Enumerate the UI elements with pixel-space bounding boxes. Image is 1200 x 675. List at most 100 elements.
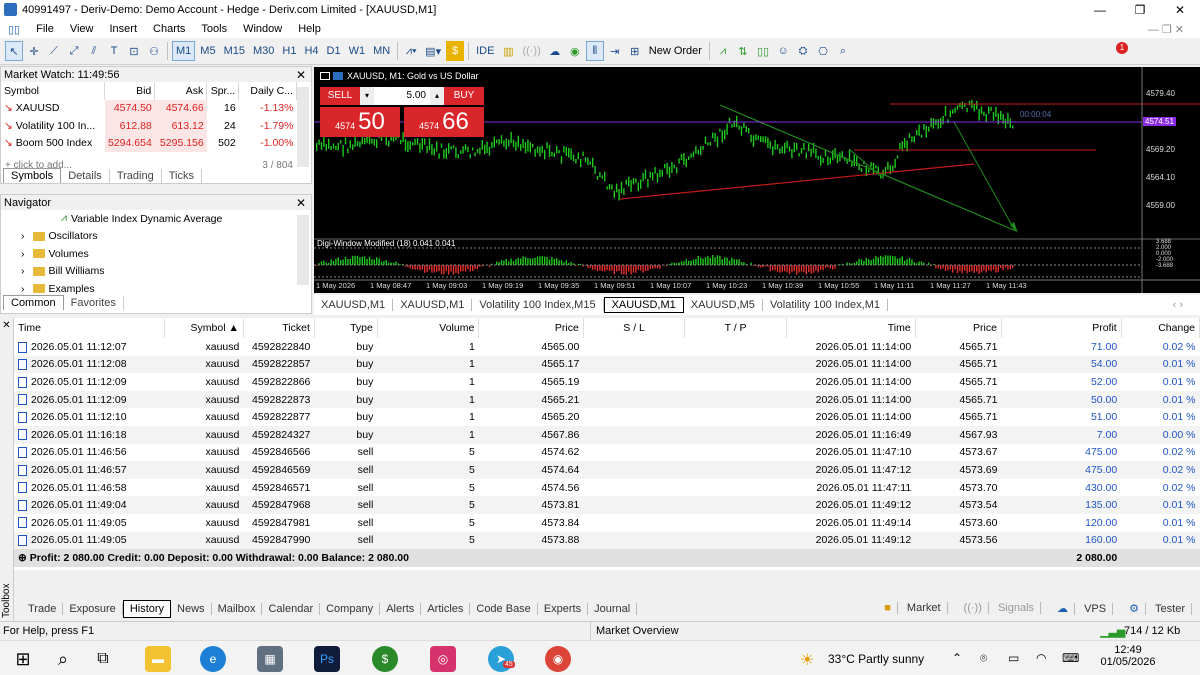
lot-input[interactable]: 5.00 [374,87,430,105]
mw-row[interactable]: ↘ Volatility 100 In... 612.88 613.12 24 … [1,117,297,135]
tab-symbols[interactable]: Symbols [3,168,62,183]
mw-col-change[interactable]: Daily C... [238,82,297,100]
toolbox-close-icon[interactable]: ✕ [0,318,13,331]
tab-trade[interactable]: Trade [22,603,64,615]
col-sl[interactable]: S / L [583,318,686,338]
tab-mailbox[interactable]: Mailbox [212,603,263,615]
table-row[interactable]: 2026.05.01 11:12:09 xauusd 4592822866 buy 1 4… [14,373,1200,391]
shapes-icon[interactable]: ⚇ [145,41,163,61]
community-icon[interactable]: ⎔ [814,41,832,61]
chart-menu-icon[interactable] [320,72,330,80]
autoscroll-icon[interactable]: ⫴ [585,41,604,61]
buy-price-box[interactable]: 4574 66 [404,107,484,137]
tab-alerts[interactable]: Alerts [380,603,422,615]
table-row[interactable]: 2026.05.01 11:49:05 xauusd 4592847990 sell 5… [14,531,1200,550]
tf-h4[interactable]: H4 [301,41,321,61]
table-row[interactable]: 2026.05.01 11:49:05 xauusd 4592847981 sell 5… [14,514,1200,532]
search-icon[interactable]: ⌕ [50,646,76,672]
tab-trading[interactable]: Trading [110,169,162,183]
tab-favorites[interactable]: Favorites [64,296,124,310]
menu-charts[interactable]: Charts [145,23,193,35]
depth-icon[interactable]: ▯▯ [754,41,772,61]
tab-calendar[interactable]: Calendar [262,603,321,615]
sell-button[interactable]: SELL [320,87,360,105]
mw-row[interactable]: ↘ Boom 500 Index 5294.654 5295.156 502 -… [1,134,297,152]
chart-shift-icon[interactable]: ⇥ [606,41,624,61]
minimize-button[interactable]: — [1080,0,1120,20]
ide-button[interactable]: IDE [473,41,497,61]
menu-tools[interactable]: Tools [193,23,235,35]
table-row[interactable]: 2026.05.01 11:12:09 xauusd 4592822873 buy 1 4… [14,390,1200,409]
signal-icon[interactable]: ((·)) [519,41,543,61]
tab-code-base[interactable]: Code Base [470,603,538,615]
navigator-close-icon[interactable]: ✕ [296,196,311,210]
tester-link[interactable]: ⚙ Tester [1123,602,1192,615]
col-change[interactable]: Change [1121,318,1200,338]
col-ticket[interactable]: Ticket [243,318,315,338]
col-symbol[interactable]: Symbol ▲ [164,318,244,338]
menu-window[interactable]: Window [235,23,290,35]
photoshop-icon[interactable]: Ps [314,646,340,672]
trendline-icon[interactable]: ⤢ [65,41,83,61]
chart-menu-icon[interactable]: ▯▯ [0,23,28,36]
menu-insert[interactable]: Insert [102,23,146,35]
nav-scrollbar[interactable] [297,215,309,285]
table-row[interactable]: 2026.05.01 11:12:10 xauusd 4592822877 buy 1 4… [14,408,1200,426]
mw-col-spread[interactable]: Spr... [206,82,240,100]
menu-file[interactable]: File [28,23,62,35]
updown-icon[interactable]: ⇅ [734,41,752,61]
wifi-icon[interactable]: ◠ [1036,651,1046,665]
sell-price-box[interactable]: 4574 50 [320,107,400,137]
col-close-price[interactable]: Price [915,318,1002,338]
nav-item-volumes[interactable]: › Volumes [21,245,311,263]
table-row[interactable]: 2026.05.01 11:16:18 xauusd 4592824327 buy 1 4… [14,425,1200,444]
market-watch-close-icon[interactable]: ✕ [296,68,311,82]
close-window-button[interactable]: ✕ [1160,0,1200,20]
chart-window[interactable]: XAUUSD, M1: Gold vs US Dollar SELL ▾ 5.0… [314,67,1200,293]
table-row[interactable]: 2026.05.01 11:46:57 xauusd 4592846569 sell 5… [14,461,1200,479]
line-tool-icon[interactable]: ⟋ [45,41,63,61]
chart-tab[interactable]: XAUUSD,M1 [393,299,473,311]
expand-icon[interactable]: › [21,248,25,260]
crosshair-icon[interactable]: ✛ [25,41,43,61]
market-overview[interactable]: Market Overview [596,625,679,637]
keyboard-icon[interactable]: ⌨ [1062,651,1079,665]
market-link[interactable]: ■ Market [878,602,948,615]
col-time[interactable]: Time [14,318,165,338]
expand-icon[interactable]: › [21,283,25,295]
tab-details[interactable]: Details [61,169,110,183]
tab-common[interactable]: Common [3,295,64,310]
col-close-time[interactable]: Time [786,318,916,338]
templates-icon[interactable]: ▤▾ [422,41,444,61]
tf-h1[interactable]: H1 [279,41,299,61]
weather-text[interactable]: 33°C Partly sunny [828,652,924,666]
cloud-icon[interactable]: ☁ [546,41,564,61]
text-tool-icon[interactable]: T [105,41,123,61]
windows-start-icon[interactable]: ⊞ [10,646,36,672]
table-row[interactable]: 2026.05.01 11:12:07 xauusd 4592822840 buy 1 4… [14,338,1200,356]
tf-d1[interactable]: D1 [324,41,344,61]
col-tp[interactable]: T / P [684,318,787,338]
chart-tab[interactable]: Volatility 100 Index,M15 [472,299,604,311]
buy-button[interactable]: BUY [444,87,484,105]
algo-icon[interactable]: ⩘ [714,41,732,61]
tf-m5[interactable]: M5 [197,41,218,61]
chart-tab[interactable]: XAUUSD,M5 [684,299,763,311]
edge-icon[interactable]: e [200,646,226,672]
lot-increase[interactable]: ▴ [430,87,444,105]
tab-scroll-arrows[interactable]: ‹ › [1166,299,1190,311]
task-view-icon[interactable]: ⧉ [90,646,116,672]
tray-device-icon[interactable]: ⌾ [980,651,987,666]
mw-col-symbol[interactable]: Symbol [1,82,106,100]
nav-item-vida[interactable]: ⩘ Variable Index Dynamic Average [21,210,311,228]
signals-link[interactable]: ((·)) Signals [957,602,1042,615]
expand-icon[interactable]: › [21,230,25,242]
table-row[interactable]: 2026.05.01 11:46:58 xauusd 4592846571 sell 5… [14,479,1200,497]
dollar-icon[interactable]: $ [446,41,465,61]
tab-experts[interactable]: Experts [538,603,589,615]
search-icon[interactable]: ⌕ [834,41,852,61]
tab-ticks[interactable]: Ticks [162,169,202,183]
telegram-icon[interactable]: ➤ [488,646,514,672]
tab-articles[interactable]: Articles [421,603,471,615]
instagram-icon[interactable]: ◎ [430,646,456,672]
